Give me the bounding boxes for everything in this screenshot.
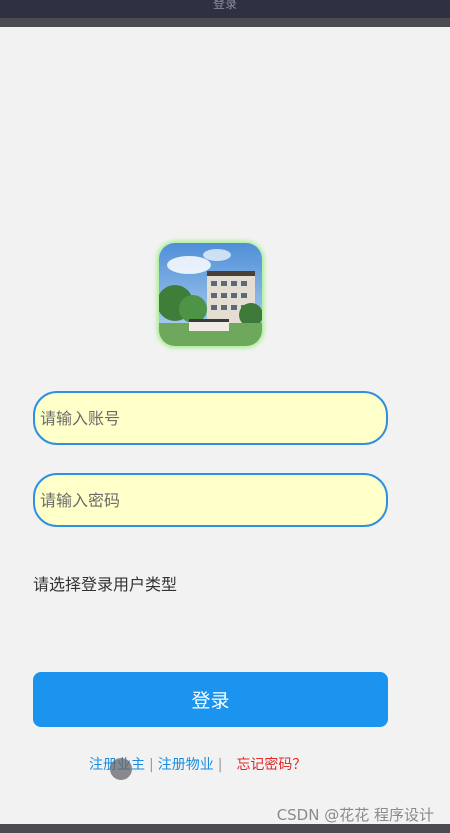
header-strip — [0, 18, 450, 27]
forgot-password-link[interactable]: 忘记密码？ — [236, 757, 306, 773]
password-field[interactable] — [33, 473, 388, 527]
watermark-text: CSDN @花花 程序设计 — [276, 806, 434, 824]
window-title-bar: 登录 — [0, 0, 450, 18]
window-title: 登录 — [212, 0, 237, 11]
account-field[interactable] — [33, 391, 388, 445]
building-logo-icon — [159, 243, 262, 346]
user-type-select[interactable]: 请选择登录用户类型 — [33, 571, 177, 595]
login-button[interactable]: 登录 — [33, 672, 388, 727]
link-separator: | — [149, 757, 154, 773]
account-input[interactable] — [38, 407, 386, 429]
link-separator: | — [217, 757, 223, 773]
footer-strip — [0, 824, 450, 833]
user-type-prompt: 请选择登录用户类型 — [33, 575, 178, 594]
password-input[interactable] — [38, 489, 386, 511]
touch-cursor — [110, 758, 132, 780]
register-property-link[interactable]: 注册物业 — [158, 757, 214, 773]
